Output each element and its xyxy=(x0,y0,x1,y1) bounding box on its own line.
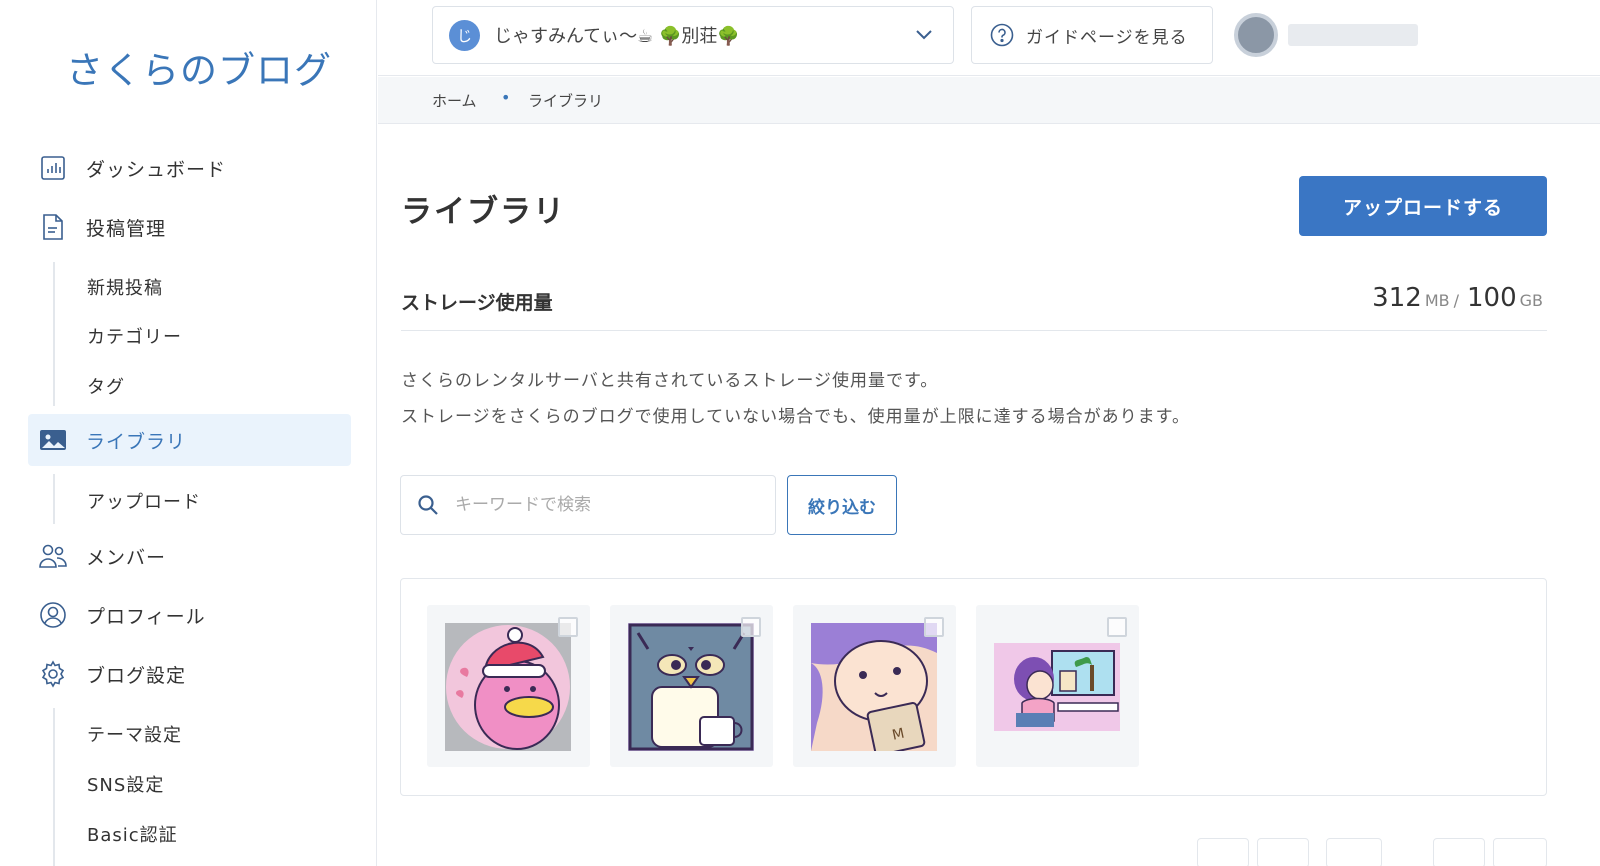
upload-button[interactable]: アップロードする xyxy=(1299,176,1547,236)
search-box xyxy=(400,475,776,535)
guide-button-label: ガイドページを見る xyxy=(1026,27,1188,48)
media-item[interactable] xyxy=(427,605,590,767)
storage-used-unit: MB xyxy=(1424,291,1450,310)
sidebar-item-profile[interactable]: プロフィール xyxy=(28,589,351,641)
storage-description-line: ストレージをさくらのブログで使用していない場合でも、使用量が上限に達する場合があ… xyxy=(401,407,1190,427)
media-select-checkbox[interactable] xyxy=(558,617,578,637)
media-thumbnail xyxy=(628,623,754,751)
top-bar: じ じゃすみんてぃ〜☕ 🌳別荘🌳 ガイドページを見る xyxy=(378,0,1600,76)
storage-total-unit: GB xyxy=(1519,291,1543,310)
page-title: ライブラリ xyxy=(401,194,566,230)
blog-selector[interactable]: じ じゃすみんてぃ〜☕ 🌳別荘🌳 xyxy=(432,6,954,64)
app-logo[interactable]: さくらのブログ xyxy=(66,40,332,94)
sidebar-item-basic-auth[interactable]: Basic認証 xyxy=(87,821,178,847)
sidebar-item-posts[interactable]: 投稿管理 xyxy=(28,201,351,253)
sidebar-item-blog-settings[interactable]: ブログ設定 xyxy=(28,648,351,700)
chevron-down-icon xyxy=(915,26,933,45)
sidebar-item-new-post[interactable]: 新規投稿 xyxy=(87,274,163,300)
user-name-redacted xyxy=(1288,24,1418,46)
storage-separator: / xyxy=(1453,291,1459,310)
submenu-line xyxy=(53,474,55,524)
storage-total: 100 xyxy=(1466,283,1517,313)
sidebar-item-library[interactable]: ライブラリ xyxy=(28,414,351,466)
media-thumbnail xyxy=(445,623,571,751)
media-gallery: M xyxy=(400,578,1547,796)
media-item[interactable] xyxy=(976,605,1139,767)
search-input[interactable] xyxy=(455,495,745,515)
chart-icon xyxy=(38,153,68,183)
sidebar-item-dashboard[interactable]: ダッシュボード xyxy=(28,142,351,194)
submenu-line xyxy=(53,708,55,866)
storage-used: 312 xyxy=(1372,283,1422,313)
media-select-checkbox[interactable] xyxy=(1107,617,1127,637)
sidebar-item-members[interactable]: メンバー xyxy=(28,530,351,582)
guide-button[interactable]: ガイドページを見る xyxy=(971,6,1213,64)
sidebar-item-label: ライブラリ xyxy=(86,430,187,453)
document-icon xyxy=(38,212,68,242)
users-icon xyxy=(38,541,68,571)
storage-label: ストレージ使用量 xyxy=(401,292,553,314)
filter-button[interactable]: 絞り込む xyxy=(787,475,897,535)
storage-description-line: さくらのレンタルサーバと共有されているストレージ使用量です。 xyxy=(401,371,939,391)
media-thumbnail xyxy=(994,643,1120,731)
sidebar-item-label: ダッシュボード xyxy=(86,158,227,181)
gear-icon xyxy=(38,659,68,689)
help-icon xyxy=(990,23,1014,47)
sidebar-item-upload[interactable]: アップロード xyxy=(87,488,201,514)
pagination-button[interactable] xyxy=(1197,838,1249,866)
sidebar: さくらのブログ ダッシュボード 投稿管理 新規投稿 カテゴリー タグ ライブラリ… xyxy=(0,0,377,866)
media-item[interactable] xyxy=(610,605,773,767)
sidebar-item-category[interactable]: カテゴリー xyxy=(87,323,182,349)
breadcrumb-current: ライブラリ xyxy=(528,92,604,110)
sidebar-item-label: 投稿管理 xyxy=(86,217,167,240)
media-select-checkbox[interactable] xyxy=(741,617,761,637)
pagination-button[interactable] xyxy=(1326,838,1382,866)
media-select-checkbox[interactable] xyxy=(924,617,944,637)
sidebar-item-label: メンバー xyxy=(86,546,167,569)
submenu-line xyxy=(53,262,55,406)
media-item[interactable]: M xyxy=(793,605,956,767)
breadcrumb: ホーム • ライブラリ xyxy=(378,77,1600,124)
blog-name: じゃすみんてぃ〜☕ 🌳別荘🌳 xyxy=(494,26,740,47)
pagination-button[interactable] xyxy=(1433,838,1485,866)
pagination-button[interactable] xyxy=(1257,838,1309,866)
sidebar-item-sns-settings[interactable]: SNS設定 xyxy=(87,771,164,797)
breadcrumb-separator: • xyxy=(501,88,511,107)
media-thumbnail: M xyxy=(811,623,937,751)
sidebar-item-label: プロフィール xyxy=(86,605,206,628)
sidebar-item-label: ブログ設定 xyxy=(86,664,187,687)
sidebar-item-tag[interactable]: タグ xyxy=(87,373,125,399)
user-circle-icon xyxy=(38,600,68,630)
storage-usage: 312 MB / 100 GB xyxy=(1372,283,1547,313)
breadcrumb-home[interactable]: ホーム xyxy=(432,90,477,111)
pagination-button[interactable] xyxy=(1493,838,1547,866)
sidebar-item-theme-settings[interactable]: テーマ設定 xyxy=(87,721,182,747)
search-icon xyxy=(417,494,439,516)
user-menu[interactable] xyxy=(1234,10,1504,60)
blog-avatar: じ xyxy=(449,19,480,51)
image-icon xyxy=(38,425,68,455)
avatar xyxy=(1234,13,1278,57)
divider xyxy=(401,330,1547,331)
